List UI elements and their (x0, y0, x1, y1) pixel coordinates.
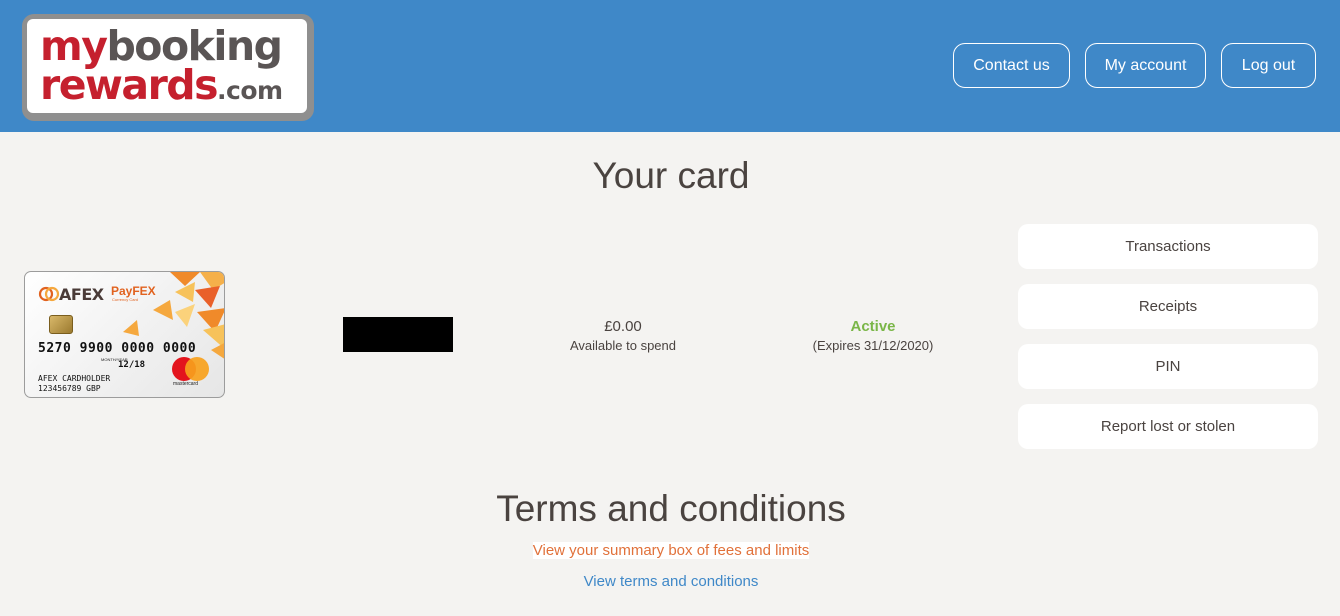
receipts-button[interactable]: Receipts (1018, 284, 1318, 329)
card-brand: AFEX (59, 285, 104, 304)
card-expiry: 12/18 (118, 360, 146, 370)
status-badge: Active (850, 318, 896, 335)
page-title: Your card (592, 155, 750, 196)
summary-box-link[interactable]: View your summary box of fees and limits (532, 542, 810, 559)
header-bar: mybooking rewards.com Contact us My acco… (0, 0, 1340, 132)
terms-title: Terms and conditions (496, 488, 846, 529)
contact-us-button[interactable]: Contact us (953, 43, 1070, 88)
logo-com-text: .com (217, 76, 283, 105)
card-product-sub: Currency Card (112, 297, 139, 302)
pin-button[interactable]: PIN (1018, 344, 1318, 389)
card-holder: AFEX CARDHOLDER 123456789 GBP (38, 374, 110, 394)
card-network: mastercard (173, 381, 199, 387)
logo-panel: mybooking rewards.com (27, 19, 307, 113)
card-number: 5270 9900 0000 0000 (38, 341, 197, 356)
card-status: Active (Expires 31/12/2020) (793, 318, 953, 353)
my-account-button[interactable]: My account (1085, 43, 1206, 88)
logo-rewards-text: rewards (40, 61, 219, 109)
card-account: 123456789 GBP (38, 384, 101, 393)
logo-line-2: rewards.com (40, 63, 283, 117)
mastercard-logo (172, 357, 212, 383)
log-out-button[interactable]: Log out (1221, 43, 1316, 88)
balance-amount: £0.00 (604, 318, 642, 335)
site-logo[interactable]: mybooking rewards.com (22, 14, 314, 121)
summary-box-container: View your summary box of fees and limits (0, 542, 1340, 559)
balance-label: Available to spend (569, 338, 676, 353)
card-holder-name: AFEX CARDHOLDER (38, 374, 111, 383)
report-lost-stolen-button[interactable]: Report lost or stolen (1018, 404, 1318, 449)
mastercard-orange-circle (185, 357, 209, 381)
redacted-block (343, 317, 453, 352)
terms-link-container: View terms and conditions (0, 573, 1340, 590)
card-image: AFEX PayFEX Currency Card 5270 9900 0000… (24, 271, 225, 398)
transactions-button[interactable]: Transactions (1018, 224, 1318, 269)
terms-link[interactable]: View terms and conditions (584, 573, 759, 590)
balance-info: £0.00 Available to spend (553, 318, 693, 353)
card-product: PayFEX (111, 284, 156, 298)
status-expiry: (Expires 31/12/2020) (812, 338, 934, 353)
card-chip (49, 315, 73, 334)
